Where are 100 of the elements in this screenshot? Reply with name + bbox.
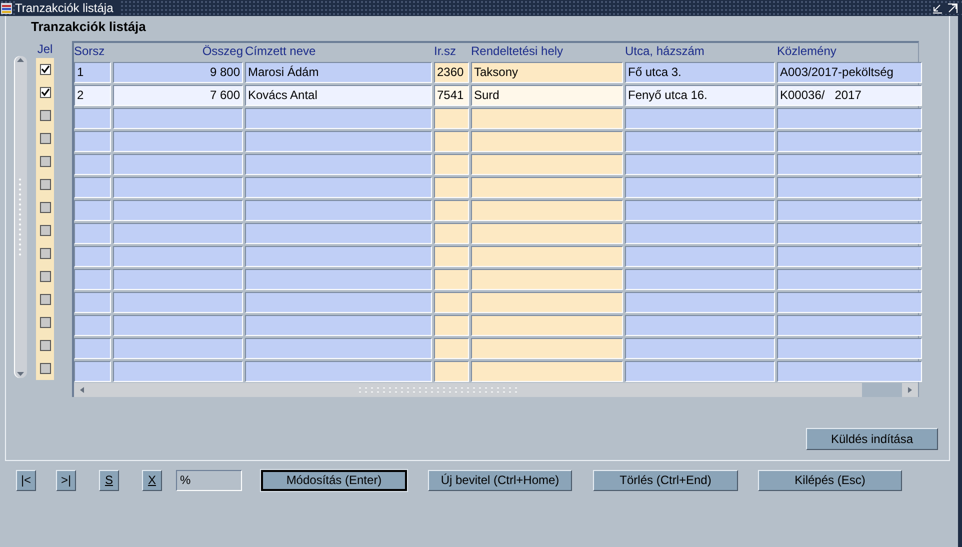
checkbox[interactable] — [40, 202, 50, 213]
table-cell[interactable] — [245, 338, 432, 359]
table-cell[interactable] — [777, 154, 922, 175]
action-button[interactable]: Törlés (Ctrl+End) — [593, 470, 738, 490]
table-cell[interactable] — [434, 131, 469, 152]
table-cell[interactable]: Taksony — [471, 62, 623, 83]
table-cell[interactable]: 2 — [74, 85, 111, 106]
table-cell[interactable] — [74, 361, 111, 382]
table-cell[interactable] — [113, 269, 243, 290]
checkbox[interactable] — [40, 248, 50, 259]
horizontal-scrollbar[interactable] — [74, 383, 918, 397]
table-cell[interactable] — [113, 361, 243, 382]
table-cell[interactable] — [777, 223, 922, 244]
action-button[interactable]: Módosítás (Enter) — [261, 470, 407, 490]
table-cell[interactable] — [74, 315, 111, 336]
nav-button[interactable]: |< — [16, 470, 36, 490]
table-cell[interactable] — [245, 361, 432, 382]
table-cell[interactable] — [113, 338, 243, 359]
table-cell[interactable] — [74, 292, 111, 313]
table-cell[interactable] — [113, 223, 243, 244]
table-cell[interactable] — [777, 200, 922, 221]
table-cell[interactable] — [625, 361, 775, 382]
checkbox[interactable] — [40, 156, 50, 167]
table-cell[interactable] — [434, 292, 469, 313]
table-cell[interactable] — [471, 338, 623, 359]
table-cell[interactable] — [113, 154, 243, 175]
table-cell[interactable] — [74, 246, 111, 267]
table-cell[interactable] — [434, 108, 469, 129]
table-cell[interactable]: K00036/ 2017 — [777, 85, 922, 106]
table-cell[interactable] — [74, 131, 111, 152]
table-cell[interactable] — [625, 338, 775, 359]
table-cell[interactable] — [777, 338, 922, 359]
table-cell[interactable] — [434, 315, 469, 336]
checkbox[interactable] — [40, 271, 50, 282]
table-cell[interactable]: Fő utca 3. — [625, 62, 775, 83]
table-cell[interactable] — [625, 269, 775, 290]
table-cell[interactable]: Kovács Antal — [245, 85, 432, 106]
table-cell[interactable] — [625, 223, 775, 244]
table-cell[interactable] — [471, 177, 623, 198]
checkbox[interactable] — [40, 225, 50, 236]
table-cell[interactable] — [625, 246, 775, 267]
table-cell[interactable] — [625, 177, 775, 198]
table-cell[interactable] — [434, 246, 469, 267]
table-cell[interactable] — [113, 292, 243, 313]
table-cell[interactable] — [777, 131, 922, 152]
table-cell[interactable] — [471, 292, 623, 313]
table-cell[interactable] — [245, 315, 432, 336]
checkbox[interactable] — [40, 363, 50, 374]
table-cell[interactable]: Fenyő utca 16. — [625, 85, 775, 106]
table-cell[interactable]: Surd — [471, 85, 623, 106]
checkbox[interactable] — [40, 317, 50, 328]
table-cell[interactable] — [625, 315, 775, 336]
checkbox[interactable] — [40, 64, 50, 75]
nav-button[interactable]: >| — [56, 470, 76, 490]
table-cell[interactable] — [74, 269, 111, 290]
table-cell[interactable]: 7541 — [434, 85, 469, 106]
table-cell[interactable] — [74, 108, 111, 129]
table-cell[interactable] — [74, 223, 111, 244]
table-cell[interactable] — [434, 361, 469, 382]
minimize-icon[interactable] — [932, 2, 943, 14]
table-cell[interactable] — [113, 246, 243, 267]
table-cell[interactable] — [777, 108, 922, 129]
scrollbar-thumb[interactable] — [862, 383, 902, 397]
table-cell[interactable] — [625, 131, 775, 152]
checkbox[interactable] — [40, 340, 50, 351]
table-cell[interactable] — [777, 246, 922, 267]
action-button[interactable]: Kilépés (Esc) — [758, 470, 902, 490]
table-cell[interactable] — [245, 131, 432, 152]
table-cell[interactable] — [113, 131, 243, 152]
table-cell[interactable]: 7 600 — [113, 85, 243, 106]
table-cell[interactable]: 2360 — [434, 62, 469, 83]
scroll-up-icon[interactable] — [16, 56, 25, 65]
table-cell[interactable] — [245, 154, 432, 175]
table-cell[interactable] — [74, 200, 111, 221]
checkbox[interactable] — [40, 294, 50, 305]
table-cell[interactable] — [434, 177, 469, 198]
checkbox[interactable] — [40, 133, 50, 144]
table-cell[interactable] — [625, 154, 775, 175]
table-cell[interactable] — [471, 269, 623, 290]
table-cell[interactable] — [777, 315, 922, 336]
checkbox[interactable] — [40, 87, 50, 98]
action-button[interactable]: Új bevitel (Ctrl+Home) — [428, 470, 572, 490]
table-cell[interactable] — [113, 315, 243, 336]
table-cell[interactable] — [471, 246, 623, 267]
table-cell[interactable] — [625, 108, 775, 129]
table-cell[interactable] — [625, 200, 775, 221]
table-cell[interactable] — [245, 223, 432, 244]
table-cell[interactable] — [434, 338, 469, 359]
vertical-scrollbar[interactable] — [14, 56, 27, 378]
table-cell[interactable] — [434, 154, 469, 175]
table-cell[interactable] — [113, 177, 243, 198]
table-cell[interactable] — [113, 108, 243, 129]
table-cell[interactable] — [777, 361, 922, 382]
table-cell[interactable] — [434, 200, 469, 221]
table-cell[interactable] — [471, 361, 623, 382]
table-cell[interactable] — [245, 200, 432, 221]
checkbox[interactable] — [40, 179, 50, 190]
scroll-down-icon[interactable] — [16, 369, 25, 378]
table-cell[interactable] — [74, 177, 111, 198]
table-cell[interactable] — [74, 338, 111, 359]
